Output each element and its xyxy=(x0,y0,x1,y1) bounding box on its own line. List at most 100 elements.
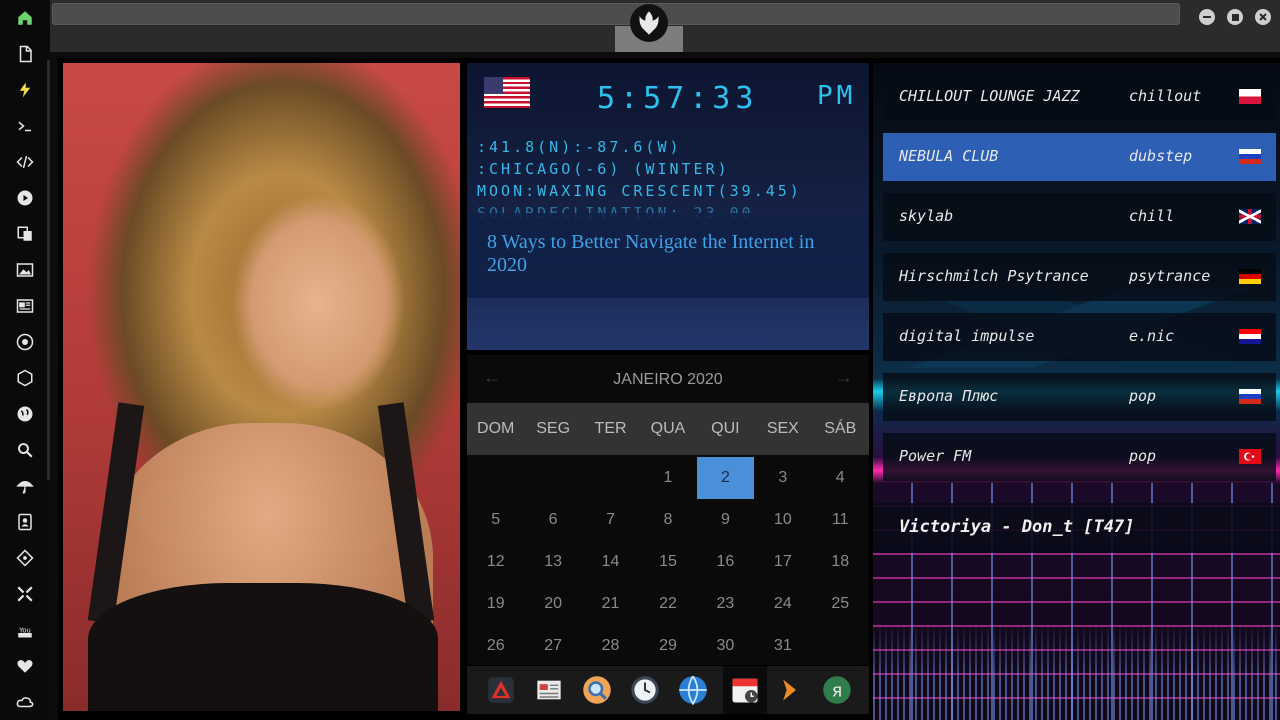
globe-icon[interactable] xyxy=(13,402,37,426)
image-icon[interactable] xyxy=(13,258,37,282)
news-reader-icon[interactable] xyxy=(531,672,567,708)
calendar-day[interactable]: 9 xyxy=(697,499,754,541)
aperture-icon[interactable] xyxy=(13,330,37,354)
radio-station[interactable]: skylab chill xyxy=(883,193,1276,241)
close-button[interactable] xyxy=(1255,9,1271,25)
wallpaper-photo xyxy=(63,63,460,711)
calendar-day[interactable]: 24 xyxy=(754,583,811,625)
app-dock: я xyxy=(467,666,869,714)
calendar-day[interactable]: 21 xyxy=(582,583,639,625)
calendar-day[interactable]: 27 xyxy=(524,625,581,667)
calendar-day[interactable]: 28 xyxy=(582,625,639,667)
calendar-day[interactable]: 22 xyxy=(639,583,696,625)
minimize-button[interactable] xyxy=(1199,9,1215,25)
calendar-day[interactable]: 4 xyxy=(812,457,869,499)
calendar-empty-cell xyxy=(812,625,869,667)
search-app-icon[interactable] xyxy=(579,672,615,708)
next-month-button[interactable]: → xyxy=(835,367,853,388)
calendar-day[interactable]: 7 xyxy=(582,499,639,541)
search-icon[interactable] xyxy=(13,438,37,462)
calendar-day[interactable]: 23 xyxy=(697,583,754,625)
arrow-app-icon[interactable] xyxy=(771,672,807,708)
calendar-day[interactable]: 3 xyxy=(754,457,811,499)
sidebar-scrollbar[interactable] xyxy=(47,60,50,480)
flag-tr-icon xyxy=(1239,449,1261,464)
git-icon[interactable] xyxy=(13,546,37,570)
calendar-day[interactable]: 30 xyxy=(697,625,754,667)
calendar-day[interactable]: 2 xyxy=(696,457,755,499)
calendar-day[interactable]: 10 xyxy=(754,499,811,541)
station-name: NEBULA CLUB xyxy=(899,147,999,165)
expand-icon[interactable] xyxy=(13,582,37,606)
calendar-week: 12 13 14 15 16 17 18 xyxy=(467,541,869,583)
calendar-day[interactable]: 19 xyxy=(467,583,524,625)
station-genre: pop xyxy=(1129,447,1157,465)
calendar-day[interactable]: 14 xyxy=(582,541,639,583)
calendar-day[interactable]: 17 xyxy=(754,541,811,583)
bolt-icon[interactable] xyxy=(13,78,37,102)
calendar-day[interactable]: 15 xyxy=(639,541,696,583)
coords-text: :41.8(N):-87.6(W) xyxy=(477,138,682,156)
clock-app-icon[interactable] xyxy=(627,672,663,708)
document-icon[interactable] xyxy=(13,42,37,66)
flag-gb-icon xyxy=(1239,209,1261,224)
calendar-day[interactable]: 5 xyxy=(467,499,524,541)
calendar-day[interactable]: 13 xyxy=(524,541,581,583)
yandex-icon[interactable]: я xyxy=(819,672,855,708)
station-name: Европа Плюс xyxy=(899,387,999,405)
translate-icon[interactable] xyxy=(13,222,37,246)
address-bar[interactable] xyxy=(52,3,1180,25)
play-icon[interactable] xyxy=(13,186,37,210)
terminal-icon[interactable] xyxy=(13,114,37,138)
calendar-day[interactable]: 20 xyxy=(524,583,581,625)
flag-ru-icon xyxy=(1239,389,1261,404)
calendar-day[interactable]: 6 xyxy=(524,499,581,541)
calendar-day[interactable]: 25 xyxy=(812,583,869,625)
calendar-day[interactable]: 16 xyxy=(697,541,754,583)
home-icon[interactable] xyxy=(13,6,37,30)
calendar-day[interactable]: 12 xyxy=(467,541,524,583)
calendar-day[interactable]: 26 xyxy=(467,625,524,667)
maximize-button[interactable] xyxy=(1227,9,1243,25)
left-sidebar: You xyxy=(0,0,50,720)
weekday-label: SEG xyxy=(536,420,571,437)
calendar-day[interactable]: 18 xyxy=(812,541,869,583)
umbrella-icon[interactable] xyxy=(13,474,37,498)
weekday-label: QUA xyxy=(650,420,686,437)
station-genre: dubstep xyxy=(1129,147,1193,165)
radio-station[interactable]: Power FM pop xyxy=(883,433,1276,481)
app-launcher-icon[interactable] xyxy=(483,672,519,708)
calendar-day[interactable]: 8 xyxy=(639,499,696,541)
contact-icon[interactable] xyxy=(13,510,37,534)
cloud-icon[interactable] xyxy=(13,690,37,714)
radio-station[interactable]: NEBULA CLUB dubstep xyxy=(883,133,1276,181)
station-genre: pop xyxy=(1129,387,1157,405)
station-name: Power FM xyxy=(899,447,972,465)
calendar-day[interactable]: 29 xyxy=(639,625,696,667)
calendar-day[interactable]: 11 xyxy=(812,499,869,541)
clock-widget: 5:57:33 PM :41.8(N):-87.6(W) :CHICAGO(-6… xyxy=(467,63,869,350)
radio-station[interactable]: Hirschmilch Psytrance psytrance xyxy=(883,253,1276,301)
country-flag-icon xyxy=(484,77,530,108)
calendar-day[interactable]: 1 xyxy=(639,457,696,499)
now-playing-bar: Victoriya - Don_t [T47] xyxy=(873,503,1280,553)
radio-station[interactable]: Европа Плюс pop xyxy=(883,373,1276,421)
flag-hr-icon xyxy=(1239,329,1261,344)
calendar-day[interactable]: 31 xyxy=(754,625,811,667)
weekday-label: QUI xyxy=(711,420,740,437)
now-playing-title: Victoriya - Don_t [T47] xyxy=(899,517,1135,537)
code-icon[interactable] xyxy=(13,150,37,174)
article-title[interactable]: 8 Ways to Better Navigate the Internet i… xyxy=(487,231,857,277)
calendar-month: JANEIRO 2020 xyxy=(613,371,723,388)
hexagon-icon[interactable] xyxy=(13,366,37,390)
heart-icon[interactable] xyxy=(13,654,37,678)
station-name: digital impulse xyxy=(899,327,1035,345)
calendar-app-icon[interactable] xyxy=(723,666,767,714)
station-name: CHILLOUT LOUNGE JAZZ xyxy=(899,87,1080,105)
weekday-label: SÁB xyxy=(824,420,857,437)
youtube-icon[interactable]: You xyxy=(13,618,37,642)
radio-station[interactable]: digital impulse e.nic xyxy=(883,313,1276,361)
news-icon[interactable] xyxy=(13,294,37,318)
browser-icon[interactable] xyxy=(675,672,711,708)
radio-station[interactable]: CHILLOUT LOUNGE JAZZ chillout xyxy=(883,73,1276,121)
